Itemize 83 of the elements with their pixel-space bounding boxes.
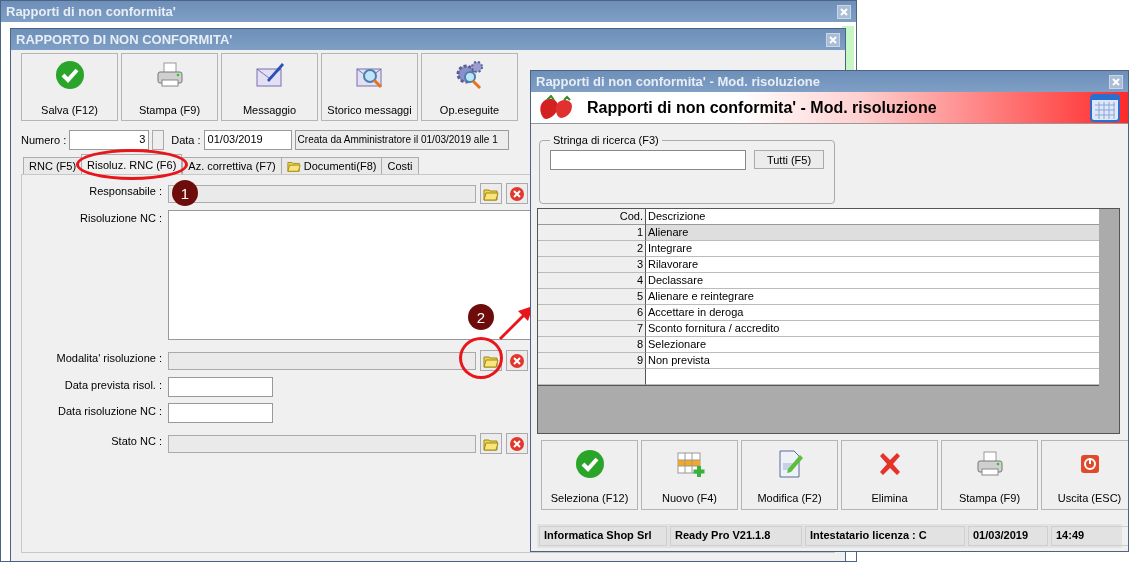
table-row[interactable]: 2 Integrare: [538, 241, 1099, 257]
status-text: Informatica Shop Srl: [539, 526, 667, 546]
all-button[interactable]: Tutti (F5): [754, 150, 824, 169]
date-field[interactable]: 01/03/2019: [203, 130, 292, 150]
table-row[interactable]: 5 Alienare e reintegrare: [538, 289, 1099, 305]
table-cell: 6: [538, 305, 646, 321]
check-icon: [54, 60, 85, 90]
lookup-field[interactable]: [168, 351, 476, 370]
date-field[interactable]: [168, 377, 273, 397]
printer-icon: [974, 449, 1005, 479]
table-cell: 2: [538, 241, 646, 257]
window-title: Rapporti di non conformita': [6, 4, 176, 19]
toolbar-button[interactable]: Salva (F12): [21, 53, 118, 121]
date-field[interactable]: [168, 403, 273, 423]
close-button[interactable]: [1109, 74, 1123, 89]
printer-icon: [154, 60, 185, 90]
action-button[interactable]: Stampa (F9): [941, 440, 1038, 510]
dialog-heading: Rapporti di non conformita' - Mod. risoluzione: [587, 98, 938, 117]
tab[interactable]: Az. correttiva (F7): [182, 157, 282, 174]
toolbar-button[interactable]: Stampa (F9): [121, 53, 218, 121]
action-button[interactable]: Modifica (F2): [741, 440, 838, 510]
grid-plus-icon: [674, 449, 705, 479]
check-icon: [574, 449, 605, 479]
table-row[interactable]: 4 Declassare: [538, 273, 1099, 289]
table-cell: 8: [538, 337, 646, 353]
toolbar-button[interactable]: Op.eseguite: [421, 53, 518, 121]
field-label: Stato NC :: [110, 434, 162, 449]
table-cell: 9: [538, 353, 646, 369]
table-row[interactable]: 3 Rilavorare: [538, 257, 1099, 273]
envelope-pen-icon: [254, 60, 285, 90]
status-text: 14:49: [1051, 526, 1128, 546]
lookup-field[interactable]: [168, 184, 476, 203]
number-field[interactable]: 3: [69, 130, 150, 150]
table-cell: 5: [538, 289, 646, 305]
field-label: Data prevista risol. :: [63, 378, 162, 393]
field-label: Data :: [171, 134, 201, 146]
table-row[interactable]: 1 Alienare: [538, 225, 1099, 241]
toolbar-button[interactable]: Messaggio: [221, 53, 318, 121]
field-label: Data risoluzione NC :: [57, 404, 162, 419]
action-button[interactable]: Seleziona (F12): [541, 440, 638, 510]
field-label: Risoluzione NC :: [79, 211, 162, 226]
field-label: Responsabile :: [88, 184, 162, 199]
folder-icon: [286, 159, 301, 173]
field-label: Numero :: [21, 134, 67, 146]
table-row[interactable]: 7 Sconto fornitura / accredito: [538, 321, 1099, 337]
table-cell: 4: [538, 273, 646, 289]
table-row[interactable]: 9 Non prevista: [538, 353, 1099, 369]
table-row[interactable]: 8 Selezionare: [538, 337, 1099, 353]
status-text: 01/03/2019: [968, 526, 1048, 546]
tab[interactable]: Documenti(F8): [280, 157, 383, 174]
window-title: Rapporti di non conformita' - Mod. risoluzione: [536, 74, 821, 89]
table-cell: 7: [538, 321, 646, 337]
search-field[interactable]: [550, 150, 746, 170]
clear-button[interactable]: [506, 350, 528, 371]
action-button[interactable]: Nuovo (F4): [641, 440, 738, 510]
field-label: Modalita' risoluzione :: [55, 351, 162, 366]
browse-button[interactable]: [480, 350, 502, 371]
info-field: Creata da Amministratore il 01/03/2019 alle 1: [294, 130, 509, 150]
action-button[interactable]: Uscita (ESC): [1041, 440, 1128, 510]
browse-button[interactable]: [480, 433, 502, 454]
gears-magnifier-icon: [454, 60, 485, 90]
tab[interactable]: Costi: [381, 157, 419, 174]
group-label: Stringa di ricerca (F3): [552, 134, 660, 146]
table-row[interactable]: 6 Accettare in deroga: [538, 305, 1099, 321]
window-title: RAPPORTO DI NON CONFORMITA': [16, 32, 233, 47]
table-cell: 3: [538, 257, 646, 273]
tab[interactable]: RNC (F5): [23, 157, 83, 174]
column-header: Cod.: [538, 209, 646, 225]
status-text: Intestatario licenza : C: [805, 526, 965, 546]
small-button[interactable]: [152, 130, 165, 150]
highlight-circle: [459, 337, 503, 379]
action-button[interactable]: Elimina: [841, 440, 938, 510]
lookup-field[interactable]: [168, 434, 476, 453]
clear-button[interactable]: [506, 433, 528, 454]
browse-button[interactable]: [480, 183, 502, 204]
toolbar-button[interactable]: Storico messaggi: [321, 53, 418, 121]
clear-button[interactable]: [506, 183, 528, 204]
close-button[interactable]: [826, 32, 840, 47]
close-button[interactable]: [837, 4, 851, 19]
table-cell: 1: [538, 225, 646, 241]
status-text: Ready Pro V21.1.8: [670, 526, 802, 546]
calendar-icon: [1090, 93, 1120, 122]
tab[interactable]: Risoluz. RNC (F6): [81, 154, 183, 174]
